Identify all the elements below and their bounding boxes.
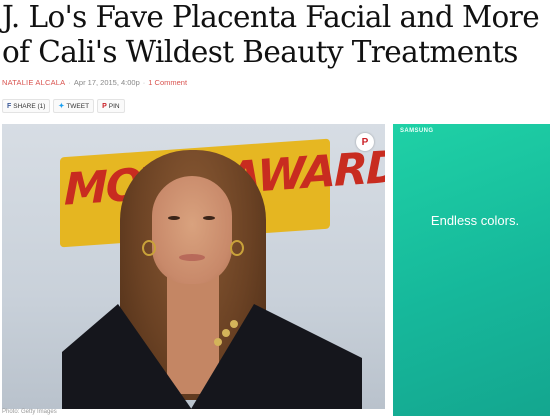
pinterest-icon: P — [102, 102, 107, 110]
twitter-share-button[interactable]: ✦ TWEET — [53, 99, 95, 113]
advertisement[interactable]: SAMSUNG Endless colors. — [393, 124, 550, 416]
photo-subject-lips — [179, 254, 205, 261]
share-bar: f SHARE (1) ✦ TWEET P PIN — [2, 99, 125, 113]
ad-tagline: Endless colors. — [430, 213, 520, 228]
facebook-icon: f — [7, 102, 12, 110]
byline: NATALIE ALCALA · Apr 17, 2015, 4:00p · 1 Com… — [2, 78, 187, 87]
twitter-share-label: TWEET — [66, 102, 90, 110]
photo-subject-eye — [203, 216, 215, 220]
publish-date: Apr 17, 2015, 4:00p — [73, 78, 140, 87]
photo-subject-face — [152, 176, 232, 284]
byline-separator: · — [68, 78, 71, 87]
article-photo[interactable]: MOVIE AWARDS — [2, 124, 385, 409]
photo-credit: Photo: Getty Images — [2, 409, 57, 415]
ad-brand-logo: SAMSUNG — [400, 128, 434, 134]
comments-link[interactable]: 1 Comment — [148, 78, 187, 87]
pinterest-share-button[interactable]: P PIN — [97, 99, 125, 113]
facebook-share-label: SHARE (1) — [13, 102, 46, 110]
pinterest-share-label: PIN — [108, 102, 120, 110]
pin-it-button[interactable]: P — [356, 133, 374, 151]
facebook-share-button[interactable]: f SHARE (1) — [2, 99, 51, 113]
byline-separator: · — [142, 78, 146, 87]
article-headline: J. Lo's Fave Placenta Facial and More of… — [2, 0, 540, 69]
photo-subject-eye — [168, 216, 180, 220]
photo-earring — [230, 240, 244, 256]
author-link[interactable]: NATALIE ALCALA — [2, 78, 65, 87]
photo-jacket-button — [230, 320, 238, 328]
photo-jacket-button — [214, 338, 222, 346]
photo-jacket-button — [222, 329, 230, 337]
twitter-icon: ✦ — [58, 103, 65, 110]
photo-earring — [142, 240, 156, 256]
